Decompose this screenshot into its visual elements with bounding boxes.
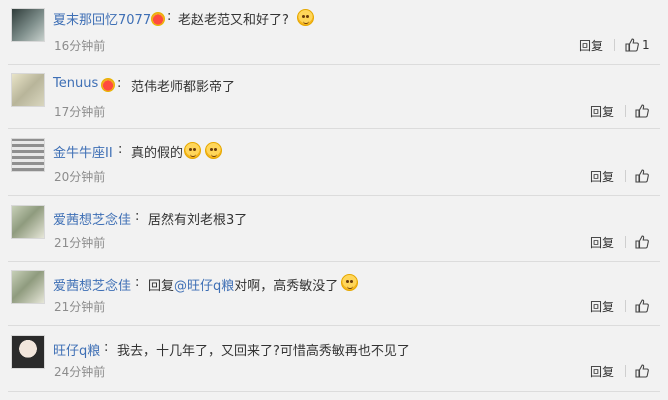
username[interactable]: 爱茜想芝念佳 (53, 209, 131, 228)
colon: : (135, 275, 140, 290)
divider (625, 365, 626, 377)
username[interactable]: Tenuus (53, 76, 98, 91)
reply-button[interactable]: 回复 (590, 298, 614, 315)
reply-button[interactable]: 回复 (590, 103, 614, 120)
emoji-icon (205, 142, 222, 159)
avatar[interactable] (11, 205, 45, 239)
comment-item: 爱茜想芝念佳 : 回复@旺仔q粮对啊，高秀敏没了 21分钟前 回复 (0, 262, 668, 327)
thumbs-up-icon[interactable] (634, 234, 650, 250)
reply-button[interactable]: 回复 (590, 168, 614, 185)
avatar[interactable] (11, 8, 45, 42)
divider (614, 39, 615, 51)
timestamp: 24分钟前 (54, 365, 106, 379)
comment-item: 金牛牛座II : 真的假的 20分钟前 回复 (0, 130, 668, 196)
colon: : (135, 209, 140, 224)
comment-item: 夏末那回忆7077 : 老赵老范又和好了? 16分钟前 回复 1 (0, 0, 668, 65)
divider (625, 170, 626, 182)
timestamp: 17分钟前 (54, 105, 106, 119)
vip-badge-icon (151, 12, 165, 26)
comment-item: 旺仔q粮 : 我去，十几年了，又回来了?可惜高秀敏再也不见了 24分钟前 回复 (0, 327, 668, 400)
separator (8, 128, 660, 129)
timestamp: 21分钟前 (54, 300, 106, 314)
username[interactable]: 爱茜想芝念佳 (53, 275, 131, 294)
separator (8, 325, 660, 326)
colon: : (104, 340, 109, 355)
username[interactable]: 旺仔q粮 (53, 340, 100, 359)
reply-button[interactable]: 回复 (579, 37, 603, 54)
reply-prefix: 回复 (148, 279, 175, 294)
comment-text: 范伟老师都影帝了 (131, 80, 236, 95)
comment-text: 居然有刘老根3了 (148, 213, 248, 228)
comment-list: 夏末那回忆7077 : 老赵老范又和好了? 16分钟前 回复 1 Tenuus … (0, 0, 668, 400)
username[interactable]: 金牛牛座II (53, 142, 113, 161)
colon: : (167, 9, 172, 24)
thumbs-up-icon[interactable] (634, 298, 650, 314)
reply-button[interactable]: 回复 (590, 363, 614, 380)
avatar[interactable] (11, 270, 45, 304)
timestamp: 20分钟前 (54, 170, 106, 184)
emoji-icon (341, 274, 358, 291)
thumbs-up-icon[interactable] (634, 103, 650, 119)
separator (8, 391, 660, 392)
divider (625, 300, 626, 312)
emoji-icon (297, 9, 314, 26)
timestamp: 16分钟前 (54, 39, 106, 53)
emoji-icon (184, 142, 201, 159)
thumbs-up-icon[interactable] (634, 363, 650, 379)
divider (625, 236, 626, 248)
thumbs-up-icon[interactable] (634, 168, 650, 184)
comment-body: 对啊，高秀敏没了 (234, 279, 339, 294)
avatar[interactable] (11, 335, 45, 369)
comment-text: 回复@旺仔q粮对啊，高秀敏没了 (148, 275, 338, 294)
avatar[interactable] (11, 138, 45, 172)
comment-item: 爱茜想芝念佳 : 居然有刘老根3了 21分钟前 回复 (0, 196, 668, 262)
thumbs-up-icon[interactable] (624, 37, 640, 53)
comment-item: Tenuus : 范伟老师都影帝了 17分钟前 回复 (0, 65, 668, 130)
timestamp: 21分钟前 (54, 236, 106, 250)
colon: : (117, 76, 122, 91)
colon: : (118, 142, 123, 157)
divider (625, 105, 626, 117)
comment-text: 真的假的 (131, 146, 184, 161)
vip-badge-icon (101, 78, 115, 92)
like-count: 1 (642, 38, 650, 52)
reply-button[interactable]: 回复 (590, 234, 614, 251)
avatar[interactable] (11, 73, 45, 107)
comment-text: 我去，十几年了，又回来了?可惜高秀敏再也不见了 (117, 344, 410, 359)
mention-link[interactable]: @旺仔q粮 (174, 279, 234, 294)
comment-text: 老赵老范又和好了? (178, 13, 289, 28)
username[interactable]: 夏末那回忆7077 (53, 9, 151, 28)
